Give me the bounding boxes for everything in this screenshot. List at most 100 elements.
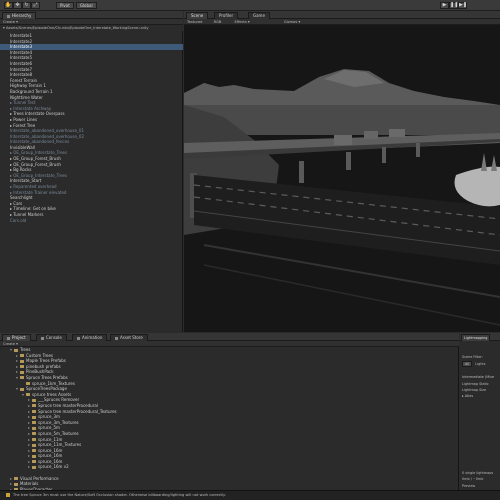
lightmapping-panel: Lightmapping Scene Filter: All Lights In…: [460, 333, 500, 500]
tab-console[interactable]: Console: [36, 334, 67, 341]
play-button[interactable]: ▶: [440, 2, 449, 9]
rotate-tool-button[interactable]: ↻: [22, 2, 31, 9]
project-tree-item-label: spruce_16m: [38, 453, 63, 459]
warning-icon: [6, 493, 10, 497]
play-controls: ▶ ❚❚ ▶❚: [440, 2, 467, 9]
scene-filter-label: Scene Filter:: [462, 355, 483, 359]
hierarchy-item-label: Background Terrain 1: [10, 88, 53, 94]
hierarchy-item[interactable]: Cars.old: [0, 218, 183, 224]
hierarchy-item-label: ▸ Reparented overhead: [10, 184, 57, 190]
hierarchy-item-label: Interstate_abandoned_overhouse_02: [10, 133, 85, 139]
project-tree-item-label: ___Spruces Remover: [38, 397, 80, 403]
hierarchy-item-label: ▸ Bg Rocks: [10, 167, 32, 173]
folder-icon: [7, 336, 10, 340]
hierarchy-item-label: Highway Terrain 1: [10, 83, 46, 89]
folder-icon: [20, 376, 24, 380]
project-panel: Project Console Animation Asset Store Cr…: [0, 333, 459, 500]
hierarchy-item-label: Interstate_abandoned_overhouse_01: [10, 128, 85, 134]
folder-icon: [32, 454, 36, 458]
tab-game[interactable]: Game: [248, 12, 270, 19]
folder-icon: [32, 426, 36, 430]
lightmap-static-field[interactable]: Lightmap Static: [462, 382, 489, 386]
project-tree-item-label: SpruceTreesPackage: [26, 386, 67, 392]
folder-icon: [20, 370, 24, 374]
project-tree-item-label: spruce_11m_Textures: [38, 442, 82, 448]
hierarchy-item-label: ▸ Trees Interstate Overpass: [10, 111, 65, 117]
hierarchy-item-label: ▸ Tunnel Test: [10, 100, 36, 106]
hierarchy-item-label: ▸ OE_Group_Forest_Brush: [10, 156, 61, 162]
status-bar[interactable]: The tree Spruce 3m must use the Nature/S…: [0, 490, 500, 500]
rgb-dropdown[interactable]: RGB: [214, 20, 222, 24]
hierarchy-item-label: ▸ OE_Group_Interstate_Trees: [10, 172, 68, 178]
hierarchy-item-label: Interstate_Start: [10, 178, 42, 184]
folder-icon: [20, 365, 24, 369]
folder-icon: [32, 443, 36, 447]
project-tree-item-label: spruce_5m_Textures: [38, 430, 79, 436]
move-tool-button[interactable]: ✥: [13, 2, 22, 9]
hierarchy-item-label: ▸ Interstate Trainer elevated: [10, 189, 67, 195]
hierarchy-item-label: ▸ Cars: [10, 200, 23, 206]
project-tree-item-label: Spruce Trees Prefabs: [26, 374, 68, 380]
folder-icon: [32, 432, 36, 436]
hierarchy-item-label: Interstate3: [10, 44, 33, 50]
tab-hierarchy[interactable]: Hierarchy: [2, 12, 37, 19]
folder-icon: [26, 382, 30, 386]
filter-lights-button[interactable]: Lights: [473, 362, 487, 366]
hand-tool-button[interactable]: ✋: [4, 2, 13, 9]
project-create-dropdown[interactable]: Create ▾: [3, 342, 18, 346]
folder-icon: [20, 359, 24, 363]
scene-path-row[interactable]: ▾ Assets/Scenes/EpisodeOne/Chunks/Episod…: [0, 25, 183, 31]
scene-viewport[interactable]: [184, 25, 500, 332]
tab-lightmapping[interactable]: Lightmapping: [461, 334, 491, 341]
project-tree-item-label: spruce_3m_Textures: [38, 419, 79, 425]
pivot-controls: Pivot Global: [56, 2, 99, 9]
scene-tabbar: Scene Profiler Game: [184, 11, 500, 19]
project-tabbar: Project Console Animation Asset Store: [0, 333, 459, 341]
pause-button[interactable]: ❚❚: [449, 2, 458, 9]
folder-icon: [32, 438, 36, 441]
preview-button[interactable]: Preview: [462, 484, 475, 488]
main-toolbar: ✋ ✥ ↻ ⤢ Pivot Global ▶ ❚❚ ▶❚: [0, 0, 500, 11]
tab-project[interactable]: Project: [2, 334, 31, 341]
project-tree-item-label: PineBushPack: [26, 369, 54, 375]
project-tree-item-label: spruce_16m v2: [38, 464, 69, 470]
folder-icon: [20, 387, 24, 391]
hierarchy-item-label: Nighttime Water: [10, 94, 43, 100]
project-tree-item-label: spruce_16m: [38, 447, 63, 453]
atlas-foldout[interactable]: ▸ Atlas: [462, 394, 473, 398]
status-message: The tree Spruce 3m must use the Nature/S…: [13, 493, 226, 497]
hierarchy-item-label: InvisibleWall: [10, 144, 35, 150]
tab-scene[interactable]: Scene: [186, 12, 209, 19]
hierarchy-tabbar: Hierarchy: [0, 11, 183, 19]
create-dropdown[interactable]: Create ▾: [3, 20, 18, 24]
shading-mode-dropdown[interactable]: Textured: [187, 20, 202, 24]
hierarchy-item-label: ▸ Forest Tree: [10, 122, 36, 128]
project-tree-item-label: spruce_11m: [38, 436, 63, 442]
project-tree-item-label: Custom Trees: [26, 352, 54, 358]
lightmap-size-field[interactable]: Lightmap Size: [462, 388, 486, 392]
hierarchy-item-label: ▸ OE_Group_Interstate_Trees: [10, 150, 68, 156]
hierarchy-list: Interstate1 Interstate2 Interstate3 Interst…: [0, 33, 183, 223]
pivot-toggle[interactable]: Pivot: [56, 2, 74, 9]
animation-icon: [77, 336, 80, 340]
hierarchy-item-label: ▸ Timeline: Get on bike: [10, 206, 56, 212]
tab-animation[interactable]: Animation: [72, 334, 108, 341]
tab-profiler[interactable]: Profiler: [214, 12, 239, 19]
folder-icon: [32, 410, 36, 414]
lightmap-mode-dropdown[interactable]: Intermediate (Mixe: [462, 375, 494, 379]
tab-asset-store[interactable]: Asset Store: [110, 334, 148, 341]
hierarchy-item-label: Interstate1: [10, 33, 33, 38]
effects-dropdown[interactable]: Effects ▾: [235, 20, 250, 24]
scale-tool-button[interactable]: ⤢: [31, 2, 40, 9]
project-tree-item-label: Spruce tree masterProcedural: [38, 402, 98, 408]
lightmapping-tabbar: Lightmapping: [460, 333, 500, 341]
filter-all-button[interactable]: All: [462, 361, 473, 367]
global-toggle[interactable]: Global: [75, 2, 97, 9]
hierarchy-item-label: Interstate7: [10, 66, 33, 72]
hierarchy-item-label: Interstate5: [10, 55, 33, 61]
console-icon: [41, 336, 44, 340]
project-tree-item-label: Trees: [20, 347, 31, 352]
hierarchy-item-label: ▸ Power Lines: [10, 116, 38, 122]
hierarchy-item-label: ▸ Interstate Archway: [10, 105, 52, 111]
step-button[interactable]: ▶❚: [458, 2, 467, 9]
